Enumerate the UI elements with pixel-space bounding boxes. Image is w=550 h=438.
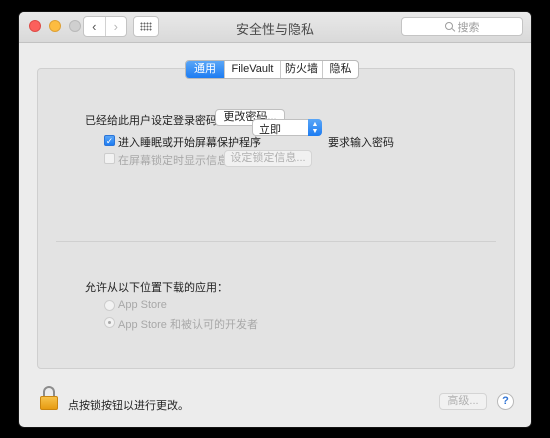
downloads-heading: 允许从以下位置下载的应用： (85, 282, 228, 294)
lock-message-label: 在屏幕锁定时显示信息 (118, 155, 228, 167)
tab-filevault[interactable]: FileVault (224, 61, 280, 78)
tab-bar: 通用 FileVault 防火墙 隐私 (185, 60, 359, 79)
section-divider (56, 241, 496, 242)
checkmark-icon: ✓ (105, 136, 114, 146)
updown-arrows-icon: ▲ ▼ (308, 119, 322, 136)
password-delay-popup[interactable]: 立即 ▲ ▼ (252, 119, 322, 136)
password-set-label: 已经给此用户设定登录密码 (85, 115, 217, 127)
radio-app-store-label: App Store (118, 299, 167, 311)
search-icon (444, 22, 454, 31)
general-panel: 已经给此用户设定登录密码 更改密码... ✓ 进入睡眠或开始屏幕保护程序 要求输… (37, 68, 515, 369)
lock-instruction: 点按锁按钮以进行更改。 (68, 400, 189, 412)
set-lock-message-button[interactable]: 设定锁定信息... (224, 150, 312, 167)
advanced-button[interactable]: 高级... (439, 393, 487, 410)
require-password-suffix: 要求输入密码 (328, 137, 394, 149)
radio-app-store-identified[interactable] (104, 317, 115, 328)
tab-firewall[interactable]: 防火墙 (280, 61, 322, 78)
search-placeholder: 搜索 (457, 21, 480, 34)
help-button[interactable]: ? (497, 393, 514, 410)
question-mark-icon: ? (502, 395, 509, 407)
preferences-window: ‹ › 安全性与隐私 搜索 通用 FileVault 防火墙 隐私 已经给此用户… (19, 12, 531, 427)
title-bar: ‹ › 安全性与隐私 搜索 (19, 12, 531, 43)
radio-app-store-identified-label: App Store 和被认可的开发者 (118, 319, 258, 331)
tab-privacy[interactable]: 隐私 (322, 61, 358, 78)
lock-body (40, 396, 58, 410)
require-password-checkbox[interactable]: ✓ (104, 135, 115, 146)
password-delay-value: 立即 (259, 124, 281, 136)
tab-general[interactable]: 通用 (186, 61, 224, 78)
require-password-label: 进入睡眠或开始屏幕保护程序 (118, 137, 261, 149)
lock-icon[interactable] (39, 386, 59, 410)
lock-message-checkbox[interactable] (104, 153, 115, 164)
radio-app-store[interactable] (104, 300, 115, 311)
search-field[interactable]: 搜索 (401, 17, 523, 36)
